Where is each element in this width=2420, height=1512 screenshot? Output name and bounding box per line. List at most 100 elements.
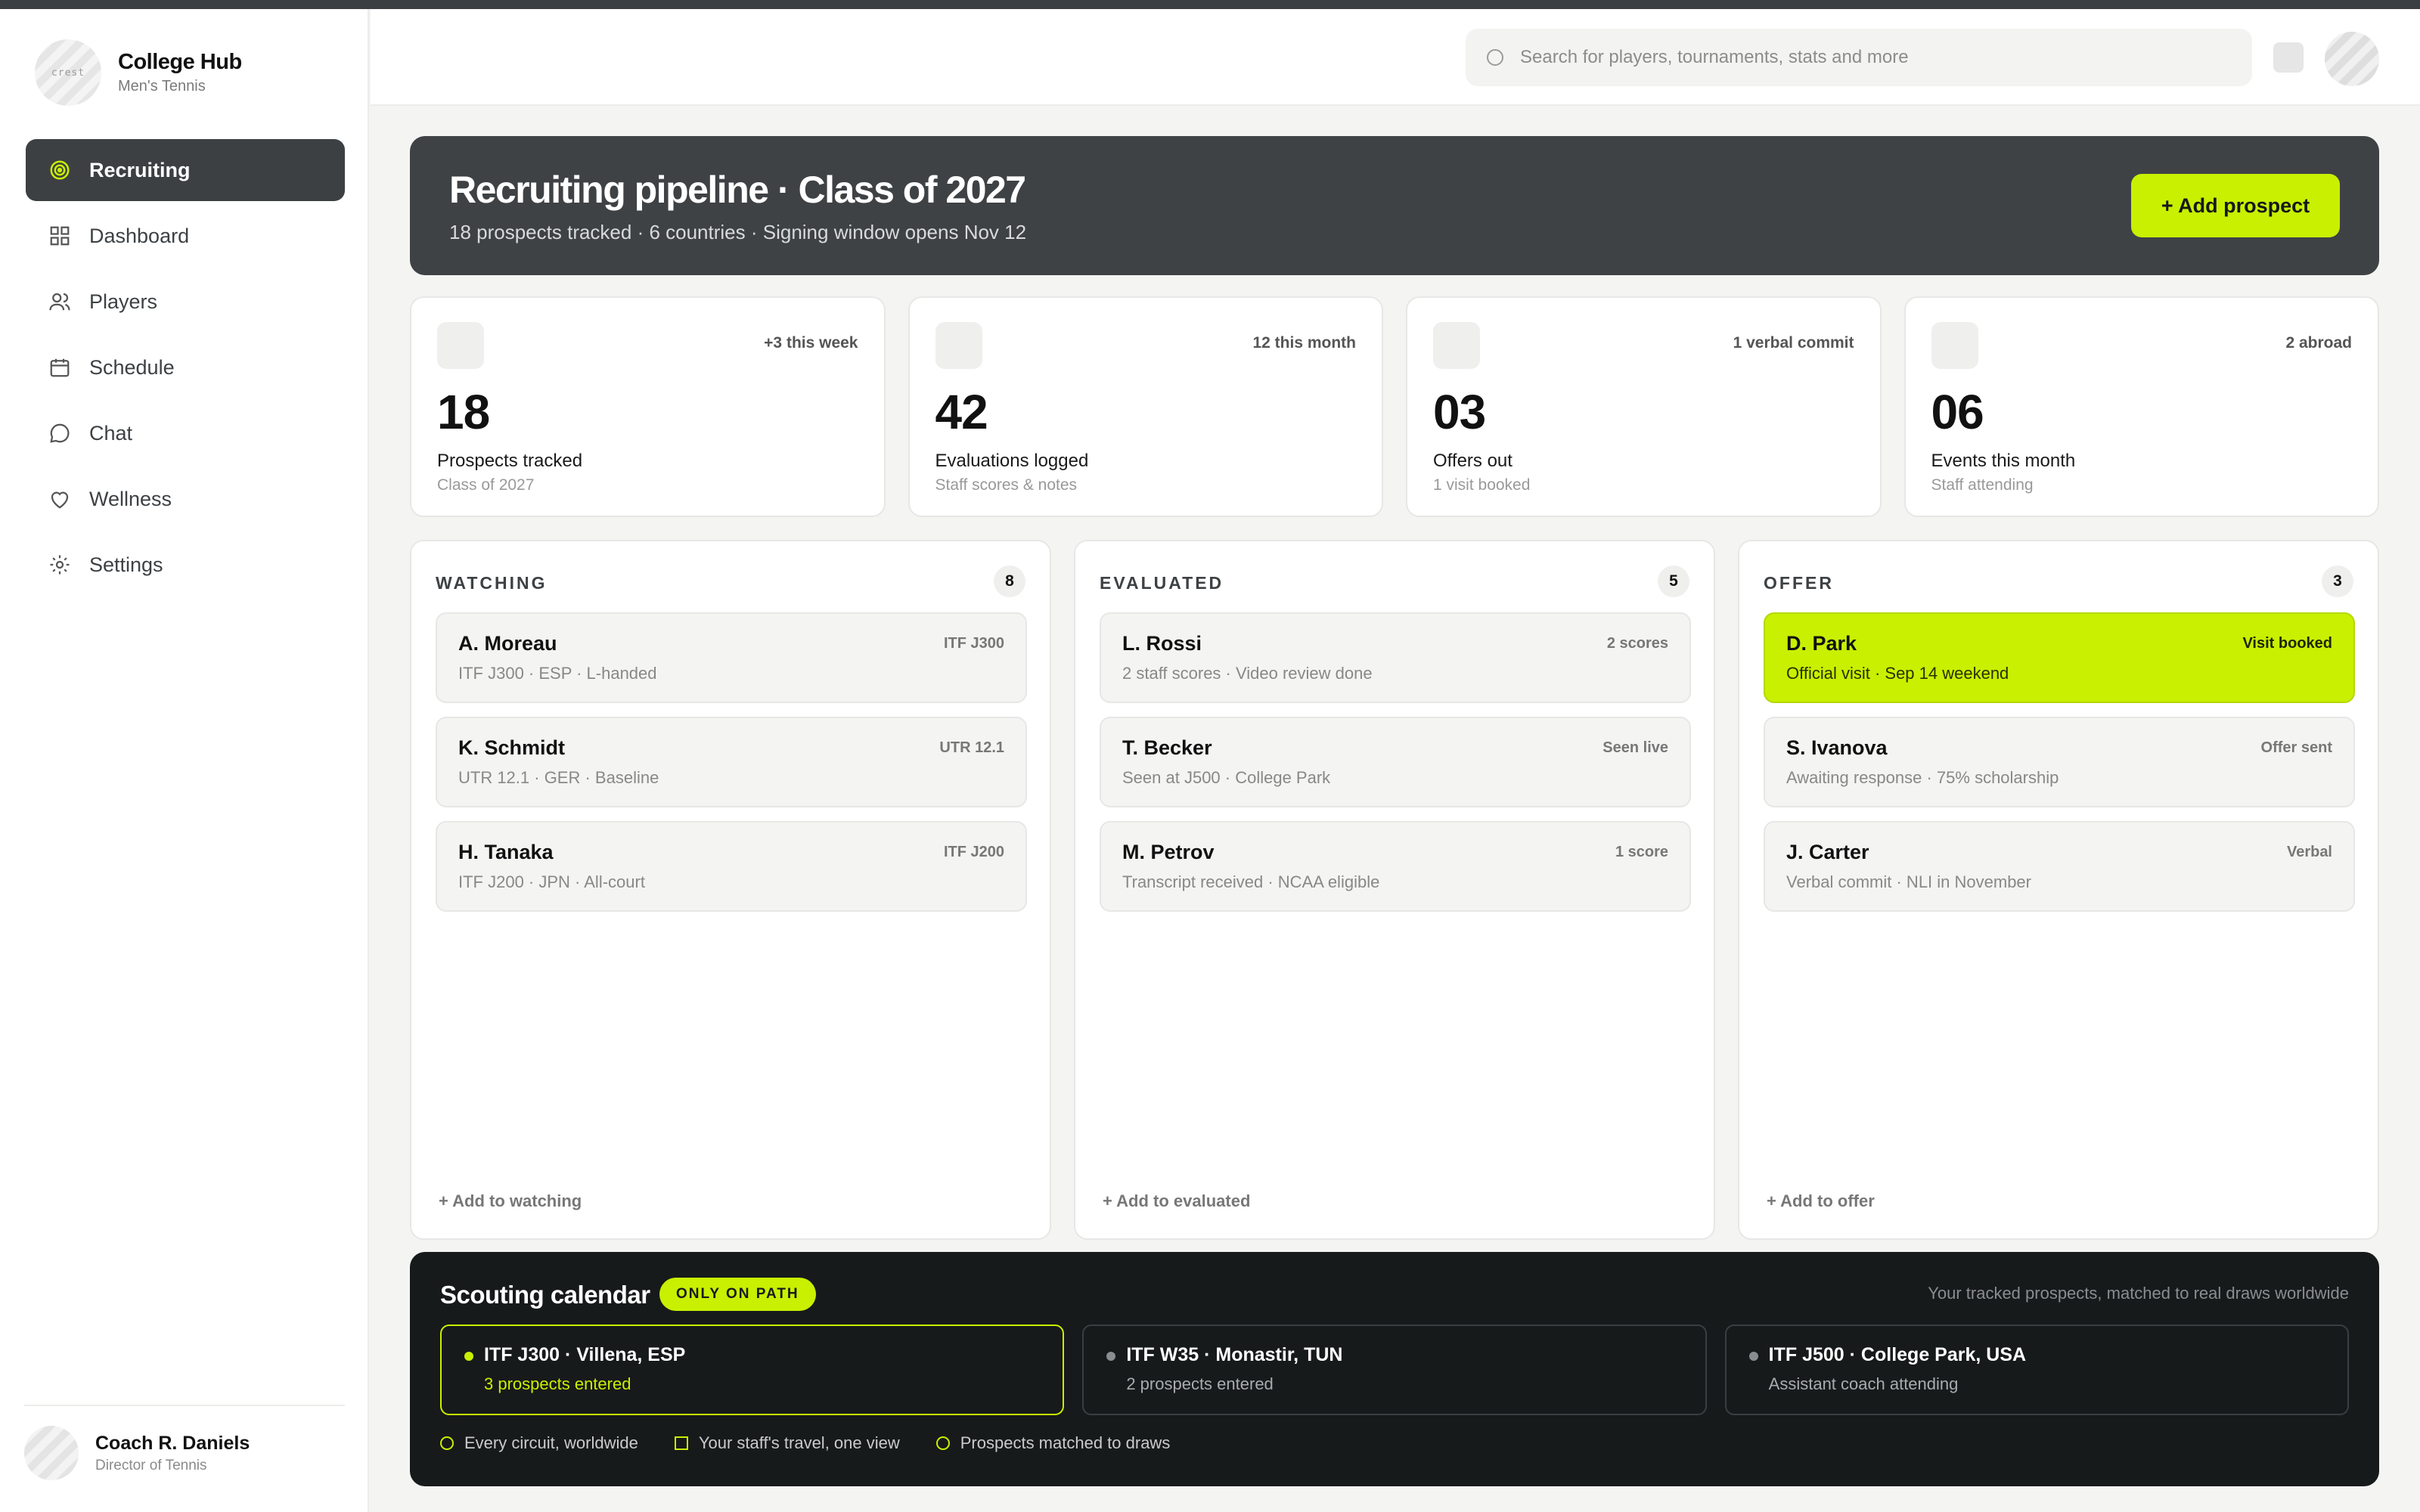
- search-input[interactable]: [1520, 47, 2201, 68]
- scouting-note: Your tracked prospects, matched to real …: [1928, 1284, 2349, 1303]
- users-icon: [48, 290, 71, 313]
- stat-icon: [1931, 322, 1978, 369]
- prospect-meta: Transcript received · NCAA eligible: [1122, 872, 1380, 891]
- stat-label: Offers out: [1433, 451, 1512, 471]
- prospect-name: S. Ivanova: [1786, 736, 1888, 759]
- column-evaluated: EVALUATED 5 L. Rossi 2 staff scores · Vi…: [1074, 540, 1715, 1240]
- prospect-card[interactable]: A. Moreau ITF J300 · ESP · L-handed ITF …: [436, 612, 1027, 703]
- grid-icon: [48, 225, 71, 247]
- stat-label: Events this month: [1931, 451, 2076, 471]
- feature-label: Prospects matched to draws: [960, 1433, 1171, 1452]
- stat-card-prospects[interactable]: +3 this week 18 Prospects tracked Class …: [410, 296, 886, 517]
- event-sub: 2 prospects entered: [1126, 1374, 1274, 1393]
- prospect-meta: 2 staff scores · Video review done: [1122, 664, 1373, 683]
- stat-value: 03: [1433, 385, 1486, 439]
- prospect-meta: Official visit · Sep 14 weekend: [1786, 664, 2009, 683]
- event-card[interactable]: ITF J500 · College Park, USA Assistant c…: [1724, 1325, 2349, 1415]
- prospect-tag: Seen live: [1602, 739, 1668, 756]
- sidebar-item-chat[interactable]: Chat: [26, 402, 345, 464]
- brand[interactable]: crest College Hub Men's Tennis: [35, 39, 242, 106]
- event-list: ITF J300 · Villena, ESP 3 prospects ente…: [440, 1325, 2349, 1415]
- prospect-card[interactable]: T. Becker Seen at J500 · College Park Se…: [1100, 717, 1691, 807]
- prospect-name: K. Schmidt: [458, 736, 566, 759]
- add-prospect-button[interactable]: + Add prospect: [2131, 174, 2340, 237]
- stat-icon: [437, 322, 484, 369]
- sidebar-item-label: Players: [89, 290, 158, 313]
- prospect-name: T. Becker: [1122, 736, 1212, 759]
- prospect-tag: 2 scores: [1606, 635, 1668, 652]
- event-card[interactable]: ITF W35 · Monastir, TUN 2 prospects ente…: [1082, 1325, 1707, 1415]
- prospect-card[interactable]: K. Schmidt UTR 12.1 · GER · Baseline UTR…: [436, 717, 1027, 807]
- status-dot-icon: [464, 1352, 473, 1361]
- user-profile[interactable]: Coach R. Daniels Director of Tennis: [24, 1405, 345, 1480]
- prospect-name: L. Rossi: [1122, 632, 1202, 655]
- sidebar: crest College Hub Men's Tennis Recruitin…: [0, 9, 369, 1512]
- target-icon: [48, 159, 71, 181]
- app-window: crest College Hub Men's Tennis Recruitin…: [0, 9, 2420, 1512]
- prospect-card[interactable]: S. Ivanova Awaiting response · 75% schol…: [1764, 717, 2355, 807]
- notifications-button[interactable]: [2273, 42, 2304, 73]
- sidebar-item-settings[interactable]: Settings: [26, 534, 345, 596]
- page-subtitle: 18 prospects tracked · 6 countries · Sig…: [449, 221, 1027, 243]
- user-name: Coach R. Daniels: [95, 1432, 250, 1454]
- event-card-selected[interactable]: ITF J300 · Villena, ESP 3 prospects ente…: [440, 1325, 1065, 1415]
- prospect-card[interactable]: M. Petrov Transcript received · NCAA eli…: [1100, 821, 1691, 912]
- pipeline-hero: Recruiting pipeline · Class of 2027 18 p…: [410, 136, 2379, 275]
- prospect-tag: ITF J300: [943, 635, 1004, 652]
- sidebar-item-label: Dashboard: [89, 224, 190, 247]
- feature-label: Your staff's travel, one view: [698, 1433, 900, 1452]
- prospect-tag: Offer sent: [2260, 739, 2332, 756]
- stat-card-evaluations[interactable]: 12 this month 42 Evaluations logged Staf…: [908, 296, 1383, 517]
- sidebar-item-schedule[interactable]: Schedule: [26, 336, 345, 398]
- prospect-card[interactable]: H. Tanaka ITF J200 · JPN · All-court ITF…: [436, 821, 1027, 912]
- stat-sub: Class of 2027: [437, 476, 535, 494]
- stat-card-events[interactable]: 2 abroad 06 Events this month Staff atte…: [1903, 296, 2379, 517]
- column-count-badge: 8: [994, 565, 1025, 597]
- scouting-calendar: Scouting calendar ONLY ON PATH Your trac…: [410, 1252, 2379, 1486]
- stats-row: +3 this week 18 Prospects tracked Class …: [410, 296, 2379, 517]
- prospect-card[interactable]: L. Rossi 2 staff scores · Video review d…: [1100, 612, 1691, 703]
- prospect-tag: UTR 12.1: [939, 739, 1004, 756]
- stat-label: Prospects tracked: [437, 451, 583, 471]
- sidebar-item-players[interactable]: Players: [26, 271, 345, 333]
- sidebar-item-dashboard[interactable]: Dashboard: [26, 205, 345, 267]
- sidebar-item-label: Recruiting: [89, 158, 191, 181]
- column-title: OFFER: [1764, 573, 1834, 593]
- stat-value: 42: [935, 385, 988, 439]
- prospect-meta: Verbal commit · NLI in November: [1786, 872, 2031, 891]
- event-sub: Assistant coach attending: [1768, 1374, 1959, 1393]
- prospect-card[interactable]: J. Carter Verbal commit · NLI in Novembe…: [1764, 821, 2355, 912]
- stat-delta: 2 abroad: [2285, 334, 2352, 352]
- prospect-name: M. Petrov: [1122, 841, 1215, 863]
- sidebar-item-wellness[interactable]: Wellness: [26, 468, 345, 530]
- search-bar[interactable]: [1466, 29, 2252, 86]
- stat-sub: Staff attending: [1931, 476, 2034, 494]
- brand-subtitle: Men's Tennis: [118, 78, 206, 94]
- prospect-meta: Seen at J500 · College Park: [1122, 768, 1331, 787]
- header-avatar[interactable]: [2325, 32, 2379, 86]
- feature-item: Your staff's travel, one view: [674, 1433, 900, 1453]
- prospect-card-highlighted[interactable]: D. Park Official visit · Sep 14 weekend …: [1764, 612, 2355, 703]
- search-icon: [1487, 49, 1503, 66]
- gear-icon: [48, 553, 71, 576]
- add-to-watching-link[interactable]: + Add to watching: [439, 1191, 582, 1211]
- page-title: Recruiting pipeline · Class of 2027: [449, 169, 1026, 211]
- add-to-offer-link[interactable]: + Add to offer: [1767, 1191, 1875, 1211]
- feature-label: Every circuit, worldwide: [464, 1433, 638, 1452]
- sidebar-item-recruiting[interactable]: Recruiting: [26, 139, 345, 201]
- stat-delta: 1 verbal commit: [1733, 334, 1854, 352]
- stat-label: Evaluations logged: [935, 451, 1089, 471]
- prospect-tag: 1 score: [1615, 844, 1668, 860]
- prospect-tag: Verbal: [2286, 844, 2332, 860]
- top-header: [371, 9, 2420, 106]
- event-name: ITF W35 · Monastir, TUN: [1126, 1344, 1343, 1365]
- status-dot-icon: [1748, 1352, 1758, 1361]
- pipeline-board: WATCHING 8 A. Moreau ITF J300 · ESP · L-…: [410, 540, 2379, 1240]
- stat-card-offers[interactable]: 1 verbal commit 03 Offers out 1 visit bo…: [1406, 296, 1882, 517]
- add-to-evaluated-link[interactable]: + Add to evaluated: [1103, 1191, 1250, 1211]
- column-watching: WATCHING 8 A. Moreau ITF J300 · ESP · L-…: [410, 540, 1051, 1240]
- feature-list: Every circuit, worldwide Your staff's tr…: [440, 1433, 1170, 1453]
- sidebar-item-label: Chat: [89, 421, 133, 445]
- prospect-meta: ITF J200 · JPN · All-court: [458, 872, 645, 891]
- sidebar-item-label: Schedule: [89, 355, 175, 379]
